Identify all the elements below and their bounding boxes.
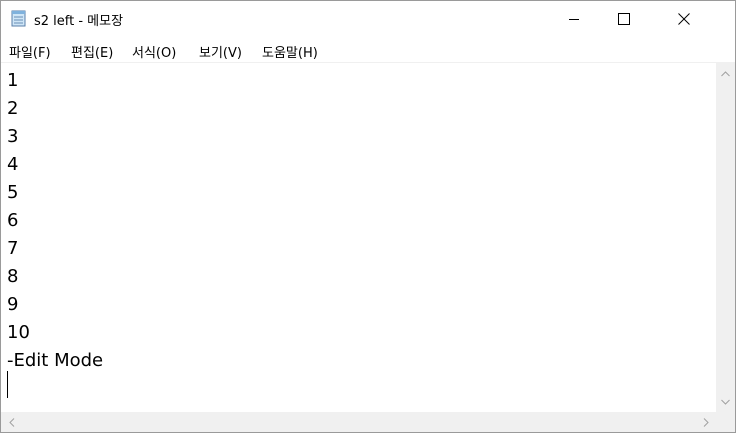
menu-edit[interactable]: 편집(E) [71,42,113,61]
title-bar[interactable]: s2 left - 메모장 [1,1,735,37]
editor-lines: 1 2 3 4 5 6 7 8 9 10 -Edit Mode [7,67,103,375]
menu-help[interactable]: 도움말(H) [262,42,318,61]
text-caret [7,371,8,398]
editor-line: 5 [7,182,19,203]
menu-file[interactable]: 파일(F) [9,42,51,61]
chevron-right-icon[interactable] [697,414,714,431]
minimize-icon [568,10,580,29]
editor-line: 4 [7,154,19,175]
close-icon [678,10,690,29]
minimize-button[interactable] [551,1,597,37]
window-title: s2 left - 메모장 [34,14,124,29]
maximize-button[interactable] [601,1,647,37]
horizontal-scrollbar[interactable] [1,412,716,432]
editor-line: 9 [7,294,19,315]
text-editor[interactable]: 1 2 3 4 5 6 7 8 9 10 -Edit Mode [1,63,716,412]
chevron-down-icon[interactable] [717,393,734,410]
close-button[interactable] [661,1,707,37]
editor-line: -Edit Mode [7,350,104,371]
menu-format[interactable]: 서식(O) [132,42,176,61]
editor-line: 6 [7,210,19,231]
editor-line: 1 [7,70,19,91]
scrollbar-corner [716,412,735,432]
chevron-up-icon[interactable] [717,65,734,82]
editor-line: 3 [7,126,19,147]
vertical-scrollbar[interactable] [716,63,735,412]
menu-view[interactable]: 보기(V) [199,42,242,61]
editor-line: 2 [7,98,19,119]
editor-line: 7 [7,238,19,259]
menu-bar: 파일(F) 편집(E) 서식(O) 보기(V) 도움말(H) [1,38,735,62]
chevron-left-icon[interactable] [3,414,20,431]
maximize-icon [618,10,630,29]
editor-line: 10 [7,322,30,343]
editor-line: 8 [7,266,19,287]
notepad-window: s2 left - 메모장 파일(F) 편집(E) 서식(O) 보기(V) 도움… [0,0,736,433]
notepad-icon [11,9,27,27]
